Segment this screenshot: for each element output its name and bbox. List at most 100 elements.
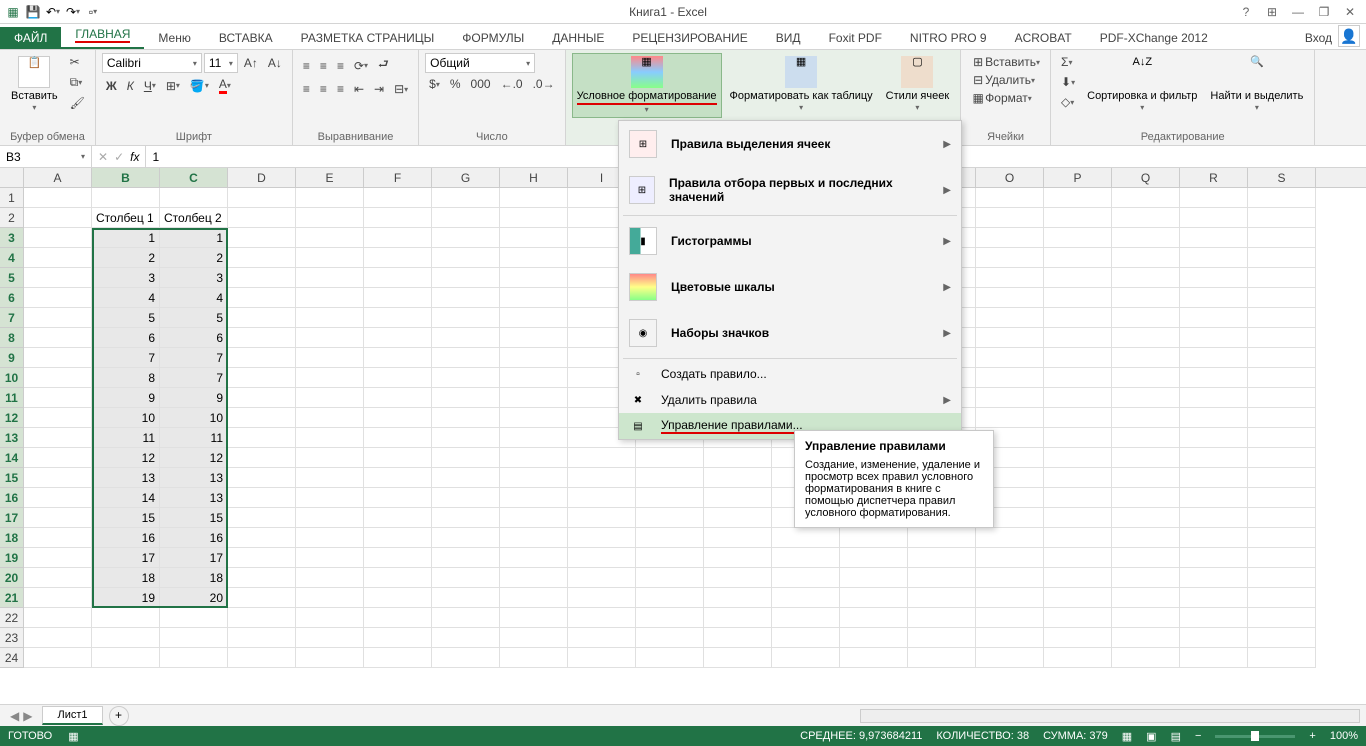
cell[interactable] [500, 288, 568, 308]
cell[interactable] [24, 428, 92, 448]
align-center-icon[interactable]: ≡ [316, 80, 331, 98]
login-link[interactable]: Вход [1291, 27, 1338, 49]
col-header[interactable]: F [364, 168, 432, 187]
conditional-formatting-button[interactable]: ▦ Условное форматирование▾ [572, 53, 722, 118]
cell[interactable] [228, 348, 296, 368]
cell[interactable] [24, 548, 92, 568]
cell[interactable] [228, 508, 296, 528]
cell[interactable] [976, 288, 1044, 308]
cell[interactable] [1248, 348, 1316, 368]
tab-formulas[interactable]: ФОРМУЛЫ [448, 27, 538, 49]
cell[interactable] [500, 488, 568, 508]
row-header[interactable]: 18 [0, 528, 24, 548]
cell[interactable] [976, 348, 1044, 368]
fx-icon[interactable]: fx [130, 150, 139, 164]
cell[interactable] [908, 548, 976, 568]
cell[interactable] [704, 468, 772, 488]
cell[interactable] [432, 508, 500, 528]
cell[interactable] [568, 448, 636, 468]
cell[interactable] [296, 528, 364, 548]
cancel-formula-icon[interactable]: ✕ [98, 150, 108, 164]
cell[interactable] [364, 388, 432, 408]
cell[interactable] [1248, 328, 1316, 348]
cell[interactable] [160, 628, 228, 648]
cell[interactable] [704, 588, 772, 608]
cell[interactable] [1112, 448, 1180, 468]
cell[interactable] [1044, 628, 1112, 648]
cell[interactable] [364, 508, 432, 528]
cell[interactable] [1248, 268, 1316, 288]
tab-acrobat[interactable]: ACROBAT [1001, 27, 1086, 49]
cell[interactable] [296, 428, 364, 448]
cell[interactable] [296, 248, 364, 268]
cell[interactable] [1044, 408, 1112, 428]
cell[interactable] [1180, 348, 1248, 368]
tab-data[interactable]: ДАННЫЕ [538, 27, 618, 49]
underline-button[interactable]: Ч▾ [140, 77, 160, 95]
cell[interactable] [364, 248, 432, 268]
cell[interactable] [1248, 428, 1316, 448]
cell[interactable] [432, 288, 500, 308]
cell[interactable]: 12 [92, 448, 160, 468]
cell[interactable] [432, 328, 500, 348]
cell[interactable]: 4 [160, 288, 228, 308]
cell[interactable] [432, 348, 500, 368]
cell[interactable] [1180, 628, 1248, 648]
cell[interactable] [908, 648, 976, 668]
cell[interactable] [432, 228, 500, 248]
row-header[interactable]: 20 [0, 568, 24, 588]
sheet-nav[interactable]: ◀▶ [0, 709, 42, 723]
find-select-button[interactable]: 🔍Найти и выделить▾ [1205, 53, 1308, 116]
cell[interactable] [160, 608, 228, 628]
cell[interactable] [1248, 468, 1316, 488]
col-header[interactable]: H [500, 168, 568, 187]
cell[interactable] [296, 328, 364, 348]
cell[interactable] [500, 548, 568, 568]
cell[interactable] [1112, 348, 1180, 368]
cell[interactable] [1248, 228, 1316, 248]
cell[interactable] [1044, 288, 1112, 308]
cell[interactable] [1112, 588, 1180, 608]
cell[interactable] [1180, 568, 1248, 588]
cell[interactable] [432, 528, 500, 548]
cell[interactable] [296, 388, 364, 408]
menu-highlight-rules[interactable]: ⊞Правила выделения ячеек▶ [619, 121, 961, 167]
tab-file[interactable]: ФАЙЛ [0, 27, 61, 49]
cell[interactable] [296, 508, 364, 528]
cell[interactable] [908, 628, 976, 648]
cell[interactable] [1180, 228, 1248, 248]
cell[interactable] [840, 528, 908, 548]
cell[interactable] [1180, 508, 1248, 528]
cell[interactable] [1112, 208, 1180, 228]
row-header[interactable]: 3 [0, 228, 24, 248]
cell[interactable] [1044, 488, 1112, 508]
cell[interactable] [432, 388, 500, 408]
cell[interactable] [432, 608, 500, 628]
cell[interactable] [432, 408, 500, 428]
cell[interactable] [228, 608, 296, 628]
cell[interactable]: 17 [160, 548, 228, 568]
cell[interactable] [1044, 588, 1112, 608]
cell[interactable] [1248, 548, 1316, 568]
row-header[interactable]: 4 [0, 248, 24, 268]
view-layout-icon[interactable]: ▣ [1146, 730, 1156, 743]
cell[interactable] [24, 188, 92, 208]
menu-clear-rules[interactable]: ✖Удалить правила▶ [619, 387, 961, 413]
zoom-out-icon[interactable]: − [1195, 730, 1201, 742]
cell[interactable] [1044, 308, 1112, 328]
col-header[interactable]: P [1044, 168, 1112, 187]
accept-formula-icon[interactable]: ✓ [114, 150, 124, 164]
cell[interactable] [364, 188, 432, 208]
cell[interactable] [296, 648, 364, 668]
row-header[interactable]: 17 [0, 508, 24, 528]
cell[interactable] [1112, 508, 1180, 528]
italic-button[interactable]: К [123, 77, 138, 95]
cell[interactable] [1044, 368, 1112, 388]
row-header[interactable]: 19 [0, 548, 24, 568]
select-all-corner[interactable] [0, 168, 24, 187]
cell[interactable] [772, 528, 840, 548]
cell[interactable] [364, 548, 432, 568]
cell[interactable] [976, 188, 1044, 208]
cell[interactable] [1248, 528, 1316, 548]
cell[interactable] [772, 588, 840, 608]
